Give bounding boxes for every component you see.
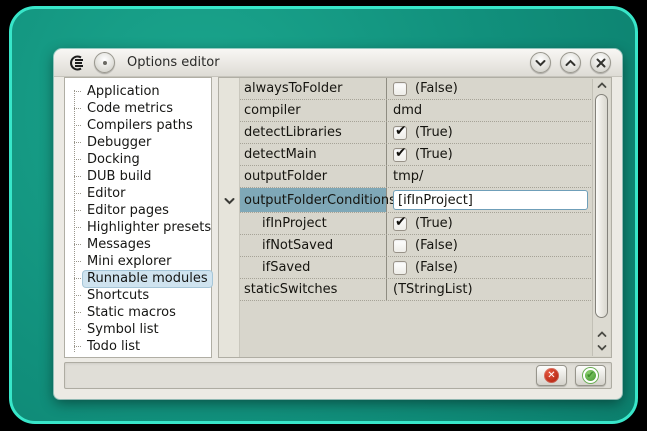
sidebar-item-messages[interactable]: Messages — [72, 236, 209, 253]
collapse-arrow-icon[interactable] — [223, 195, 236, 207]
checkbox[interactable] — [393, 261, 407, 275]
property-row-alwaysToFolder[interactable]: alwaysToFolder (False) — [240, 78, 591, 100]
close-button[interactable] — [590, 52, 611, 73]
checkbox[interactable] — [393, 82, 407, 96]
sidebar-item-todo-list[interactable]: Todo list — [72, 338, 209, 355]
chevron-down-icon — [597, 344, 607, 351]
sidebar-tree: Application Code metrics Compilers paths… — [65, 78, 211, 357]
window-title: Options editor — [127, 55, 522, 70]
property-row-outputFolder[interactable]: outputFolder tmp/ — [240, 166, 591, 188]
scrollbar-bottom-buttons — [593, 328, 610, 354]
tree-branch-icon — [74, 108, 81, 109]
sidebar-item-compilers-paths[interactable]: Compilers paths — [72, 117, 209, 134]
checkbox[interactable] — [393, 239, 407, 253]
tree-branch-icon — [74, 176, 81, 177]
sidebar-item-editor-pages[interactable]: Editor pages — [72, 202, 209, 219]
property-row-compiler[interactable]: compiler dmd — [240, 100, 591, 122]
chevron-up-icon — [597, 82, 607, 89]
grid-gutter — [219, 78, 240, 357]
sidebar-item-code-metrics[interactable]: Code metrics — [72, 100, 209, 117]
tree-branch-icon — [74, 295, 81, 296]
scrollbar-down-button[interactable] — [593, 341, 610, 354]
property-row-ifSaved[interactable]: ifSaved (False) — [240, 257, 591, 279]
sidebar-item-debugger[interactable]: Debugger — [72, 134, 209, 151]
property-row-detectLibraries[interactable]: detectLibraries (True) — [240, 122, 591, 144]
dot-icon — [103, 61, 107, 65]
titlebar-buttons — [530, 52, 611, 73]
outputFolderConditions-edit-input[interactable] — [393, 190, 588, 210]
property-row-staticSwitches[interactable]: staticSwitches (TStringList) — [240, 279, 591, 301]
tree-branch-icon — [74, 227, 81, 228]
sidebar-item-dub-build[interactable]: DUB build — [72, 168, 209, 185]
chevron-down-icon — [535, 59, 546, 67]
sidebar-item-static-macros[interactable]: Static macros — [72, 304, 209, 321]
tree-branch-icon — [74, 91, 81, 92]
close-icon — [596, 58, 606, 68]
tree-branch-icon — [74, 329, 81, 330]
sidebar-item-mini-explorer[interactable]: Mini explorer — [72, 253, 209, 270]
property-row-ifInProject[interactable]: ifInProject (True) — [240, 213, 591, 235]
tree-branch-icon — [74, 312, 81, 313]
sidebar-item-highlighter-presets[interactable]: Highlighter presets — [72, 219, 209, 236]
screenshot-frame: Options editor Application Code metrics … — [9, 6, 638, 424]
property-rows: alwaysToFolder (False) compiler dmd dete… — [240, 78, 591, 301]
property-row-ifNotSaved[interactable]: ifNotSaved (False) — [240, 235, 591, 257]
sidebar-item-editor[interactable]: Editor — [72, 185, 209, 202]
ok-button[interactable]: ✔ — [575, 365, 606, 386]
scrollbar-thumb[interactable] — [595, 94, 608, 318]
checkbox[interactable] — [393, 126, 407, 140]
sidebar-item-runnable-modules[interactable]: Runnable modules — [72, 270, 209, 287]
tree-branch-icon — [74, 125, 81, 126]
green-check-icon: ✔ — [583, 368, 598, 383]
tree-branch-icon — [74, 346, 81, 347]
chevron-up-icon — [565, 59, 576, 67]
titlebar-dot-button[interactable] — [94, 52, 115, 73]
checkbox[interactable] — [393, 148, 407, 162]
red-cross-icon: ✕ — [544, 368, 559, 383]
sidebar-item-symbol-list[interactable]: Symbol list — [72, 321, 209, 338]
checkbox[interactable] — [393, 217, 407, 231]
cancel-button[interactable]: ✕ — [536, 365, 567, 386]
sidebar-item-application[interactable]: Application — [72, 83, 209, 100]
property-row-detectMain[interactable]: detectMain (True) — [240, 144, 591, 166]
property-row-outputFolderConditions[interactable]: outputFolderConditions — [240, 188, 591, 213]
footer-bar: ✕ ✔ — [64, 362, 612, 389]
shade-button[interactable] — [530, 52, 551, 73]
unshade-button[interactable] — [560, 52, 581, 73]
tree-branch-icon — [74, 193, 81, 194]
sidebar-item-shortcuts[interactable]: Shortcuts — [72, 287, 209, 304]
coedit-logo-icon — [68, 55, 86, 71]
property-grid: alwaysToFolder (False) compiler dmd dete… — [218, 77, 612, 358]
tree-branch-icon — [74, 278, 81, 279]
tree-branch-icon — [74, 159, 81, 160]
scrollbar-up-button[interactable] — [593, 79, 610, 92]
tree-branch-icon — [74, 142, 81, 143]
sidebar-item-docking[interactable]: Docking — [72, 151, 209, 168]
tree-branch-icon — [74, 244, 81, 245]
grid-scrollbar[interactable] — [592, 79, 610, 356]
scrollbar-up-button-2[interactable] — [593, 328, 610, 341]
tree-branch-icon — [74, 210, 81, 211]
tree-branch-icon — [74, 261, 81, 262]
chevron-up-icon — [597, 331, 607, 338]
options-editor-window: Options editor Application Code metrics … — [54, 49, 622, 399]
titlebar[interactable]: Options editor — [54, 49, 622, 77]
category-sidebar: Application Code metrics Compilers paths… — [64, 77, 212, 358]
